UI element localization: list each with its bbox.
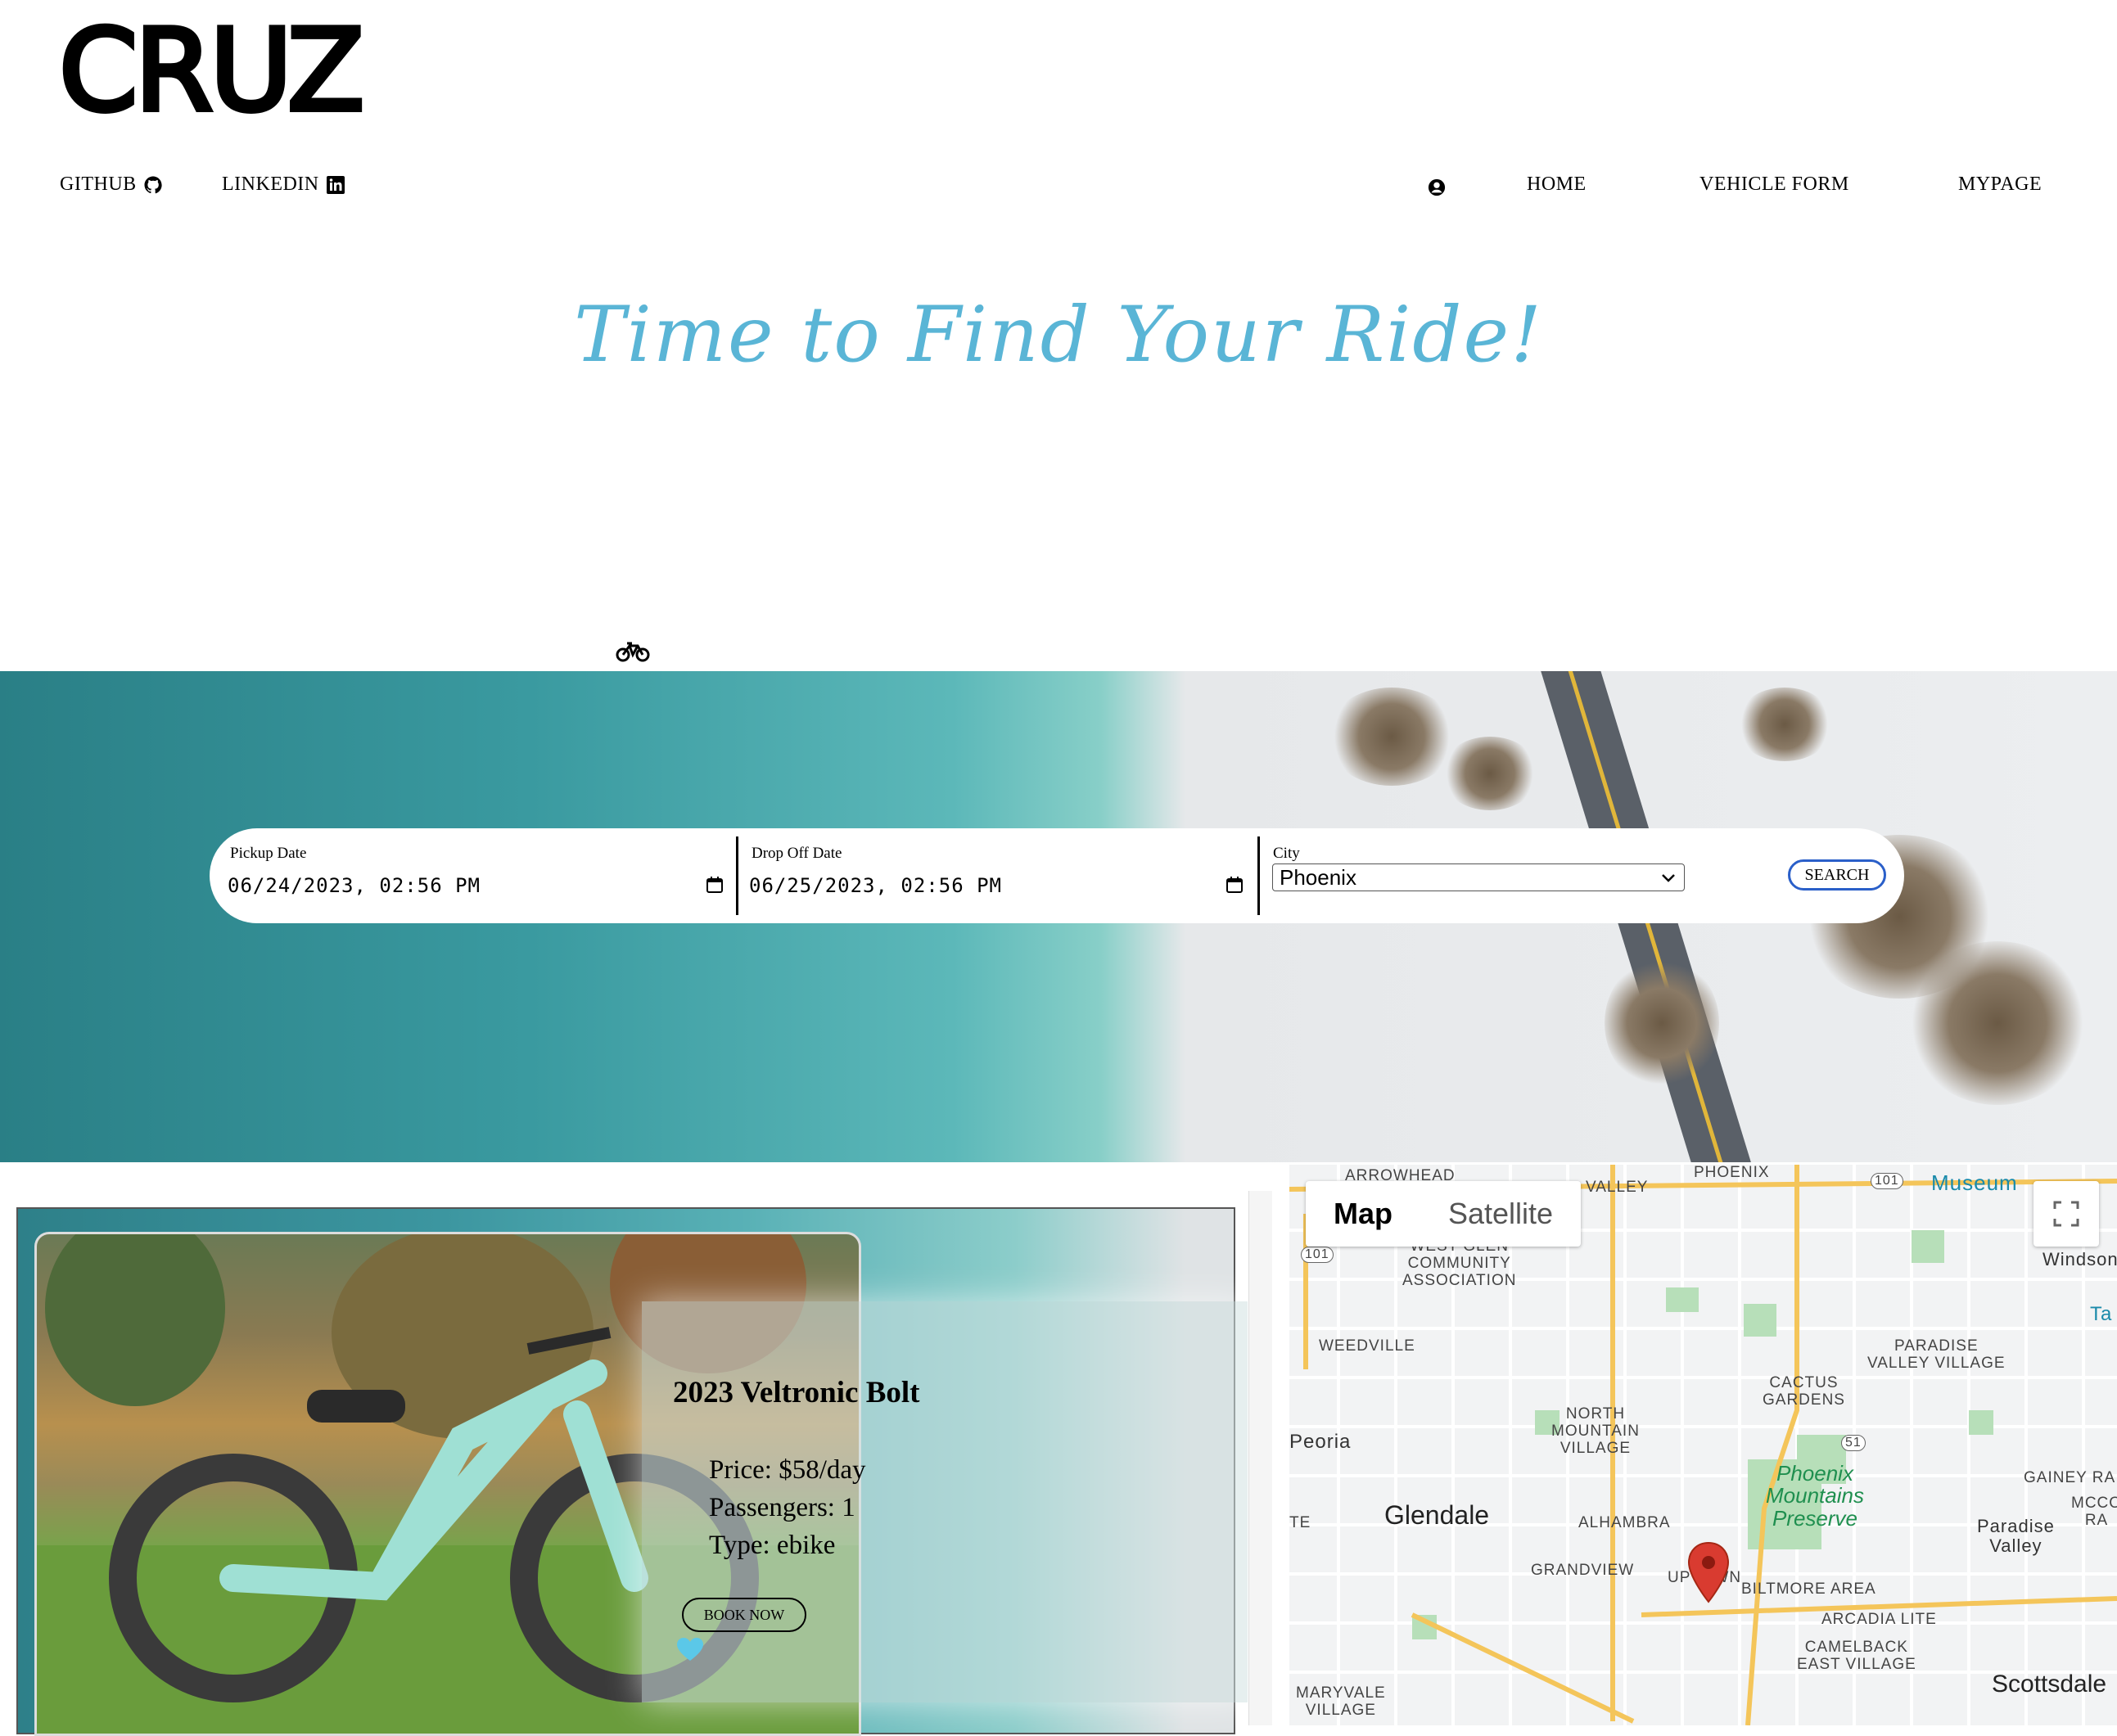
map-label-grandview: GRANDVIEW [1531, 1562, 1635, 1579]
map-label-glendale: Glendale [1384, 1500, 1490, 1530]
favorite-heart-icon[interactable] [676, 1637, 704, 1662]
chevron-down-icon [1662, 874, 1675, 882]
pickup-date-label: Pickup Date [230, 845, 307, 862]
map-pin-icon[interactable] [1686, 1541, 1731, 1603]
map-label-north-mountain: NORTH MOUNTAIN VILLAGE [1551, 1405, 1640, 1457]
hero-headline: Time to Find Your Ride! [574, 291, 1543, 380]
dropoff-calendar-icon[interactable] [1226, 876, 1244, 898]
dropoff-date-input[interactable]: 06/25/2023, 02:56 PM [749, 874, 1002, 897]
city-label: City [1273, 845, 1300, 862]
route-101-shield: 101 [1301, 1247, 1334, 1263]
map-label-cactus-gardens: CACTUS GARDENS [1763, 1374, 1845, 1409]
map-label-biltmore: BILTMORE AREA [1741, 1580, 1876, 1598]
nav-home-link[interactable]: HOME [1527, 174, 1587, 196]
map-label-te: TE [1289, 1514, 1311, 1531]
user-account-icon[interactable] [1428, 178, 1446, 196]
nav-github-link[interactable]: GITHUB [60, 174, 163, 196]
search-button[interactable]: SEARCH [1788, 859, 1886, 891]
map-label-peoria: Peoria [1289, 1431, 1352, 1453]
map-view[interactable]: ARROWHEAD PHOENIX VALLEY Museum Windsong… [1289, 1165, 2117, 1725]
map-label-camelback: CAMELBACK EAST VILLAGE [1797, 1639, 1916, 1673]
vehicle-price: Price: $58/day [709, 1455, 866, 1485]
pickup-date-input[interactable]: 06/24/2023, 02:56 PM [228, 874, 481, 897]
map-label-phoenix-mountains: Phoenix Mountains Preserve [1766, 1461, 1864, 1531]
map-label-paradise-valley-village: PARADISE VALLEY VILLAGE [1867, 1337, 2006, 1372]
map-label-arcadia: ARCADIA LITE [1821, 1611, 1937, 1628]
nav-vehicle-form-link[interactable]: VEHICLE FORM [1699, 174, 1849, 196]
pickup-calendar-icon[interactable] [706, 876, 724, 898]
map-label-ta: Ta [2090, 1303, 2113, 1325]
nav-mypage-link[interactable]: MYPAGE [1958, 174, 2042, 196]
search-divider [736, 836, 738, 915]
city-select[interactable]: Phoenix [1272, 863, 1685, 891]
route-51-shield: 51 [1841, 1435, 1866, 1451]
map-label-paradise-valley: Paradise Valley [1977, 1516, 2055, 1557]
map-label-valley: VALLEY [1586, 1179, 1649, 1196]
tab-satellite[interactable]: Satellite [1420, 1181, 1581, 1247]
github-icon [144, 176, 162, 193]
nav-github-label: GITHUB [60, 174, 137, 195]
map-label-mccor: MCCO RA [2071, 1495, 2117, 1529]
fullscreen-button[interactable] [2033, 1181, 2099, 1247]
map-label-maryvale: MARYVALE VILLAGE [1296, 1684, 1386, 1719]
map-label-scottsdale: Scottsdale [1992, 1671, 2107, 1698]
map-label-phoenix-top: PHOENIX [1694, 1165, 1770, 1181]
logo[interactable]: CRUZ [56, 12, 367, 130]
dropoff-date-label: Drop Off Date [752, 845, 842, 862]
search-divider [1257, 836, 1260, 915]
map-label-alhambra: ALHAMBRA [1578, 1514, 1671, 1531]
vehicle-type: Type: ebike [709, 1531, 836, 1560]
vehicle-title: 2023 Veltronic Bolt [673, 1376, 920, 1409]
city-select-value: Phoenix [1280, 865, 1356, 890]
fullscreen-icon [2053, 1201, 2079, 1227]
nav-linkedin-link[interactable]: LINKEDIN [222, 174, 345, 196]
map-type-tabs: Map Satellite [1306, 1181, 1582, 1247]
map-label-museum: Museum [1931, 1170, 2018, 1195]
map-label-weedville: WEEDVILLE [1319, 1337, 1415, 1355]
route-101-shield: 101 [1871, 1173, 1903, 1189]
tab-map[interactable]: Map [1306, 1181, 1420, 1247]
vehicle-passengers: Passengers: 1 [709, 1493, 855, 1522]
card-scrollbar[interactable] [1248, 1191, 1272, 1725]
linkedin-icon [326, 175, 345, 194]
bicycle-icon [616, 640, 650, 663]
book-now-button[interactable]: BOOK NOW [682, 1598, 806, 1632]
nav-linkedin-label: LINKEDIN [222, 174, 319, 195]
map-label-gainey: GAINEY RA [2024, 1469, 2116, 1486]
map-label-windsong: Windsong [2043, 1249, 2117, 1269]
